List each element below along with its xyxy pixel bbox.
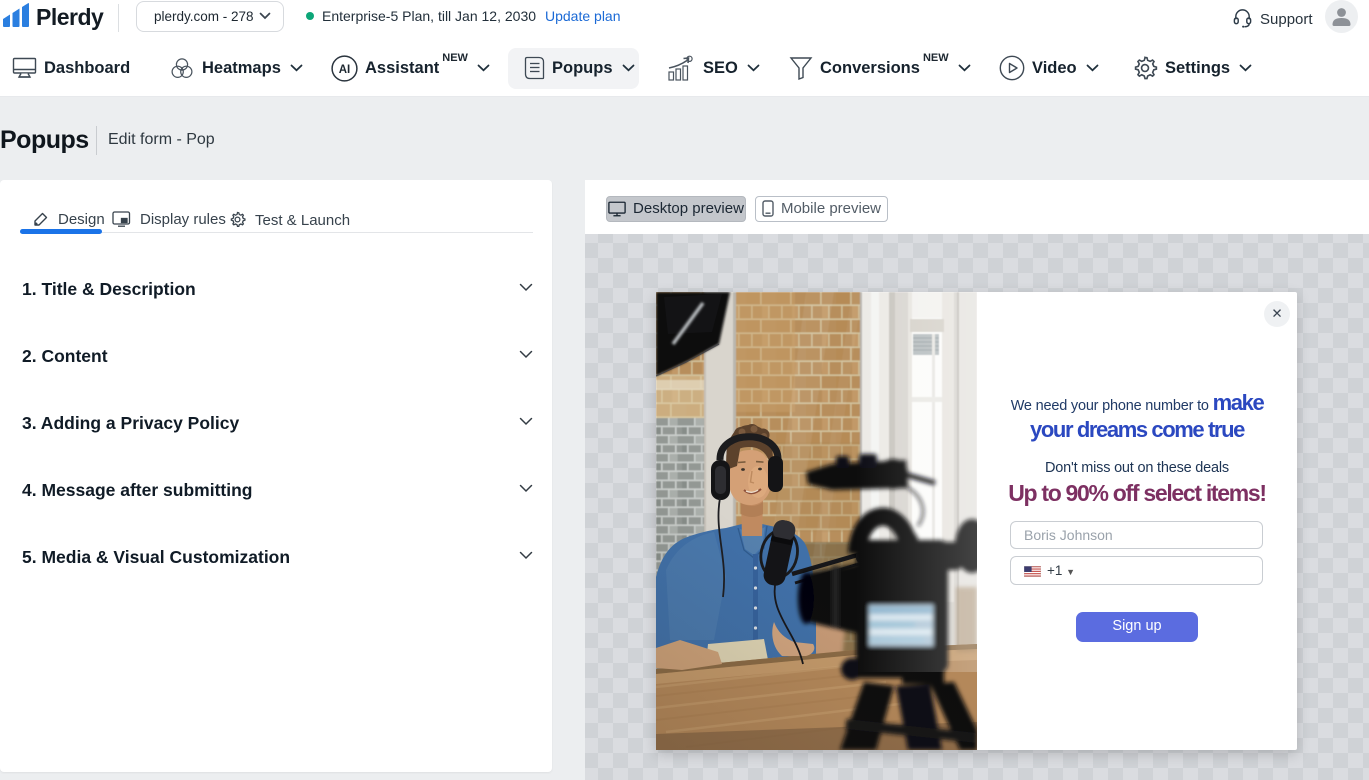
svg-text:AI: AI (339, 64, 351, 76)
